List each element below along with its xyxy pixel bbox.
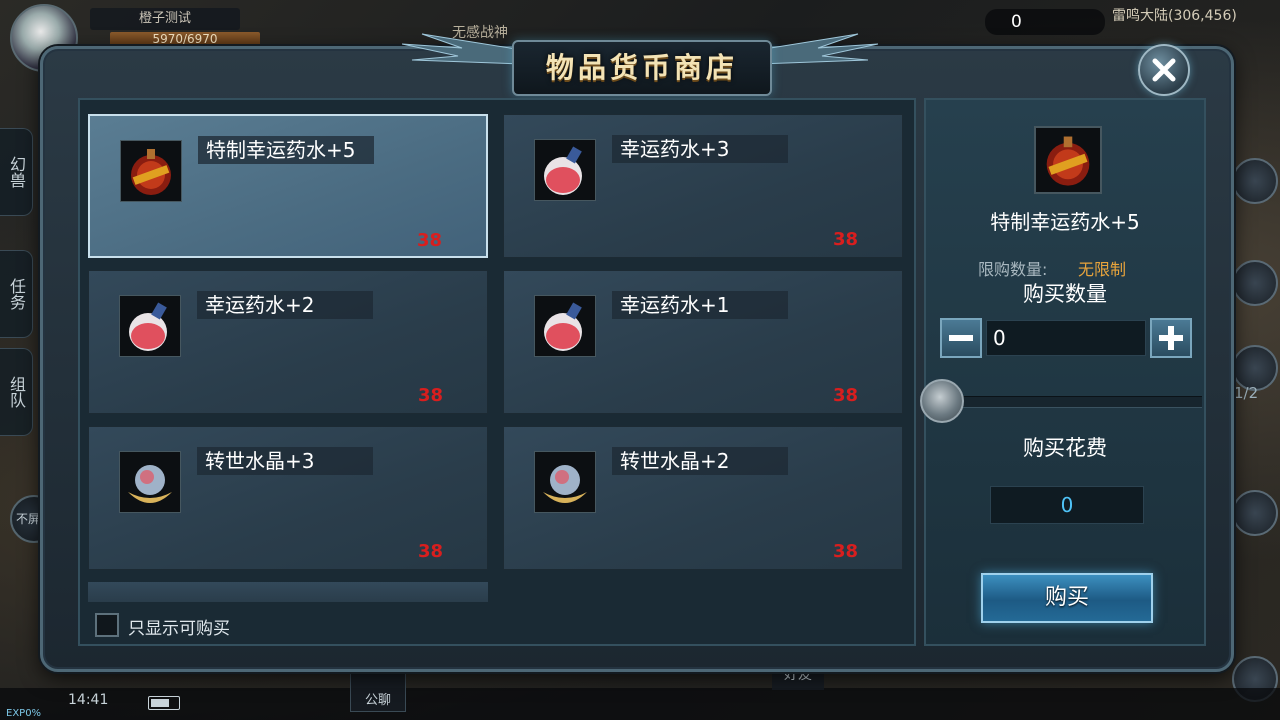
buy-button[interactable]: 购买 xyxy=(981,573,1153,623)
player-name: 橙子测试 xyxy=(90,8,240,30)
shop-item[interactable]: 特制幸运药水+5 38 xyxy=(88,114,488,258)
side-tab-quest[interactable]: 任务 xyxy=(0,250,33,338)
pink-potion-flask-icon xyxy=(534,295,596,357)
shop-item[interactable]: 幸运药水+2 38 xyxy=(88,270,488,414)
item-name: 幸运药水+2 xyxy=(197,291,373,319)
quantity-slider-track[interactable] xyxy=(940,396,1202,408)
quantity-slider-handle[interactable] xyxy=(920,379,964,423)
item-name: 特制幸运药水+5 xyxy=(198,136,374,164)
increase-quantity-button[interactable] xyxy=(1150,318,1192,358)
item-price: 38 xyxy=(417,541,443,562)
item-name: 幸运药水+1 xyxy=(612,291,788,319)
item-name: 转世水晶+3 xyxy=(197,447,373,475)
shop-item[interactable]: 幸运药水+1 38 xyxy=(503,270,903,414)
pink-potion-flask-icon xyxy=(534,139,596,201)
player-hp-bar: 5970/6970 xyxy=(110,32,260,46)
minus-icon xyxy=(949,335,973,341)
selected-item-name: 特制幸运药水+5 xyxy=(990,210,1140,234)
pink-potion-flask-icon xyxy=(119,295,181,357)
exp-label: EXP0% xyxy=(6,708,42,719)
close-icon xyxy=(1152,58,1176,82)
red-potion-flask-icon xyxy=(120,140,182,202)
cost-value: 0 xyxy=(990,486,1144,524)
item-price: 38 xyxy=(832,229,858,250)
shop-item[interactable]: 转世水晶+2 38 xyxy=(503,426,903,570)
shop-title: 物品货币商店 xyxy=(545,51,738,84)
item-price: 38 xyxy=(832,541,858,562)
decrease-quantity-button[interactable] xyxy=(940,318,982,358)
location-label: 雷鸣大陆(306,456) xyxy=(1112,8,1237,24)
close-button[interactable] xyxy=(1138,44,1190,96)
plus-icon xyxy=(1159,326,1183,350)
shop-item[interactable]: 幸运药水+3 38 xyxy=(503,114,903,258)
clock: 14:41 xyxy=(68,692,109,708)
crystal-orb-icon xyxy=(119,451,181,513)
purchase-limit-value: 无限制 xyxy=(1078,260,1127,279)
shop-title-plate: 物品货币商店 xyxy=(512,40,772,96)
purchasable-only-label: 只显示可购买 xyxy=(128,619,230,639)
item-price: 38 xyxy=(832,385,858,406)
right-menu-icon[interactable] xyxy=(1232,158,1278,204)
gold-counter: 0 xyxy=(985,9,1105,35)
item-name: 幸运药水+3 xyxy=(612,135,788,163)
compass-icon[interactable] xyxy=(1232,260,1278,306)
purchase-limit-label: 限购数量: xyxy=(978,260,1048,279)
left-wing-ornament xyxy=(402,33,522,65)
shop-item-partial[interactable] xyxy=(88,582,488,602)
shop-item[interactable]: 转世水晶+3 38 xyxy=(88,426,488,570)
page-indicator: 1/2 xyxy=(1234,384,1259,402)
crystal-orb-icon xyxy=(534,451,596,513)
item-price: 38 xyxy=(416,230,442,251)
quantity-title: 购买数量 xyxy=(1023,282,1107,306)
item-price: 38 xyxy=(417,385,443,406)
quantity-input[interactable] xyxy=(986,320,1146,356)
right-wing-ornament xyxy=(758,33,878,65)
purchasable-only-checkbox[interactable] xyxy=(95,613,119,637)
skill-icon[interactable] xyxy=(1232,490,1278,536)
selected-item-icon xyxy=(1034,126,1102,194)
item-name: 转世水晶+2 xyxy=(612,447,788,475)
bottom-bar xyxy=(0,688,1280,720)
side-tab-team[interactable]: 组队 xyxy=(0,348,33,436)
side-tab-pet[interactable]: 幻兽 xyxy=(0,128,33,216)
battery-icon xyxy=(148,696,180,710)
cost-title: 购买花费 xyxy=(1023,436,1107,460)
